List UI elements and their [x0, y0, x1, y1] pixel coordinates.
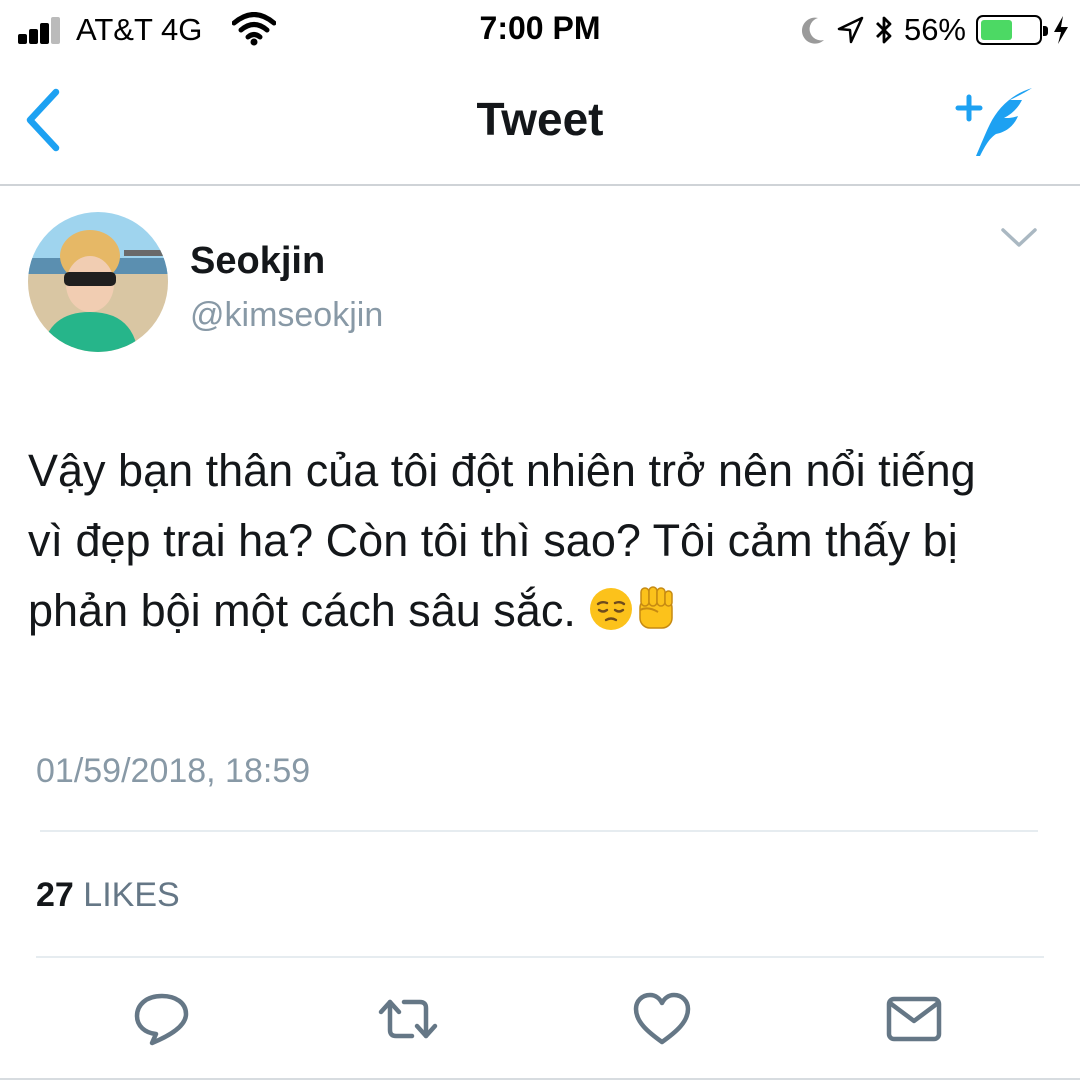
- tweet-text-line-text: phản bội một cách sâu sắc.: [28, 585, 589, 636]
- location-icon: [837, 16, 864, 44]
- tweet-text-line: phản bội một cách sâu sắc.: [28, 576, 1068, 646]
- retweet-icon[interactable]: [376, 990, 440, 1048]
- tweet-text-line: vì đẹp trai ha? Còn tôi thì sao? Tôi cảm…: [28, 515, 958, 566]
- moon-icon: [801, 17, 824, 44]
- status-right-group: 56%: [800, 8, 1070, 52]
- divider: [0, 1078, 1080, 1080]
- bluetooth-icon: [875, 16, 892, 44]
- battery-fill: [981, 20, 1013, 40]
- raised-fist-emoji: [639, 586, 674, 629]
- display-name[interactable]: Seokjin: [190, 240, 325, 283]
- battery-icon: [976, 15, 1048, 45]
- message-icon[interactable]: [882, 990, 946, 1048]
- likes-count: 27: [36, 876, 74, 914]
- avatar[interactable]: [28, 212, 168, 352]
- status-bar: AT&T 4G 7:00 PM 56%: [0, 0, 1080, 62]
- reply-icon[interactable]: [130, 990, 194, 1048]
- battery-percent: 56%: [903, 12, 966, 47]
- charging-icon: [1054, 16, 1068, 44]
- like-icon[interactable]: [630, 990, 694, 1048]
- tweet-detail-screen: AT&T 4G 7:00 PM 56% Tweet Seokjin @kimse…: [0, 0, 1080, 1088]
- chevron-down-icon[interactable]: [998, 222, 1040, 254]
- pensive-face-emoji: [590, 588, 633, 631]
- divider: [40, 830, 1038, 832]
- tweet-text: Vậy bạn thân của tôi đột nhiên trở nên n…: [28, 436, 1068, 646]
- avatar-image: [28, 212, 168, 352]
- tweet-text-line: Vậy bạn thân của tôi đột nhiên trở nên n…: [28, 445, 976, 496]
- tweet-timestamp: 01/59/2018, 18:59: [36, 752, 311, 790]
- user-handle[interactable]: @kimseokjin: [190, 296, 383, 335]
- divider: [36, 956, 1044, 958]
- likes-count-link[interactable]: 27 LIKES: [36, 876, 180, 915]
- page-title: Tweet: [476, 93, 604, 145]
- likes-label: LIKES: [83, 876, 180, 914]
- nav-bar: Tweet: [0, 62, 1080, 186]
- compose-tweet-icon[interactable]: [954, 86, 1034, 158]
